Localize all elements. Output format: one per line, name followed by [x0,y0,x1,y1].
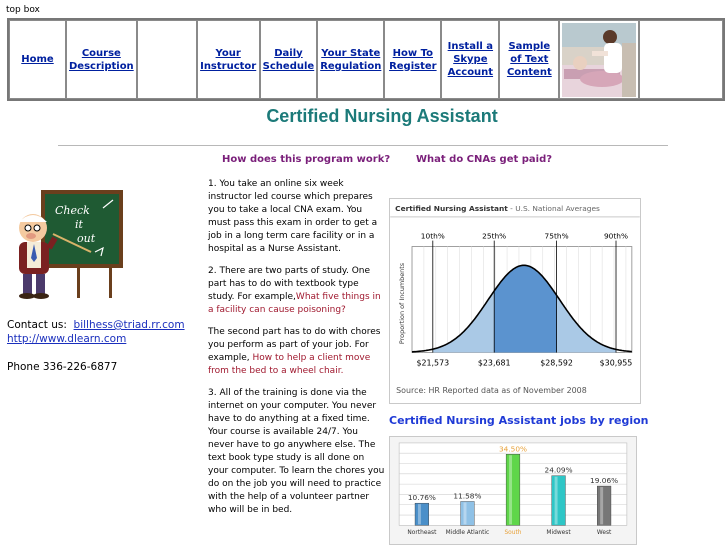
nav-cell-home: Home [9,20,66,99]
topbox-label: top box [6,5,40,15]
nav-cell-skype: Install a Skype Account [441,20,500,99]
nav-cell-schedule: Daily Schedule [259,20,318,99]
region-bar-highlight [600,487,604,525]
nav-how-to-register-link[interactable]: How To Register [389,48,437,72]
region-value-label: 34.50% [499,444,527,453]
salary-percentile-label: 75th% [545,232,569,241]
website-link[interactable]: http://www.dlearn.com [7,333,126,345]
region-value-label: 19.06% [590,476,618,485]
nav-cell-blank-right [639,20,723,99]
program-step-1: 1. You take an online six week instructo… [208,179,378,254]
chalkboard-text-line2: it [75,218,84,231]
salary-value-label: $28,592 [540,358,573,367]
nav-course-description-link[interactable]: Course Description [69,48,134,72]
region-bar [460,501,475,526]
contact-block: Contact us: billhess@triad.rr.com http:/… [7,318,185,346]
nav-sample-text-link[interactable]: Sample of Text Content [507,41,552,78]
nav-cell-regulation: Your State Regulation [317,20,385,99]
region-category-label: Middle Atlantic [446,530,490,536]
region-bar [505,454,521,526]
region-category-label: Midwest [546,530,571,536]
salary-source-note: Source: HR Reported data as of November … [396,386,587,395]
salary-value-label: $23,681 [478,358,511,367]
program-description: 1. You take an online six week instructo… [208,178,386,526]
salary-percentile-label: 10th% [421,232,445,241]
nav-cell-instructor: Your Instructor [196,20,260,99]
salary-y-axis-label: Proportion of Incumbents [398,262,406,344]
top-navigation: Home Course Description Your Instructor … [7,18,725,101]
salary-value-label: $30,955 [600,358,633,367]
region-value-label: 10.76% [408,493,436,502]
salary-value-label: $21,573 [416,358,449,367]
region-bar [551,475,566,526]
region-bar-highlight [463,502,467,525]
nav-home-link[interactable]: Home [21,54,53,65]
region-category-label: South [504,530,521,536]
region-bar-highlight [417,504,421,525]
nav-cell-course: Course Description [66,20,137,99]
contact-email-link[interactable]: billhess@triad.rr.com [74,319,185,331]
salary-plot-area: 10th% $21,573 25th% $23,681 75th% $28,592 90th… [398,232,632,368]
salary-percentile-label: 25th% [482,232,506,241]
nav-cell-sample: Sample of Text Content [499,20,560,99]
nav-state-regulation-link[interactable]: Your State Regulation [320,48,381,72]
teacher-chalkboard-illustration: Check it out [19,190,123,299]
nurse-with-patient-photo [562,22,637,97]
nav-install-skype-link[interactable]: Install a Skype Account [448,41,493,78]
program-step-3: 3. All of the training is done via the i… [208,388,385,515]
region-value-label: 11.58% [453,492,481,501]
divider [58,145,668,146]
program-question-heading: How does this program work? [222,154,391,165]
contact-line: Contact us: billhess@triad.rr.com [7,318,185,332]
salary-chart-title: Certified Nursing Assistant - U.S. Natio… [395,204,600,213]
region-bar-highlight [509,455,513,525]
chalkboard-text-line1: Check [55,204,90,217]
chalkboard-text-line3: out [77,232,96,245]
nav-cell-photo [559,20,640,99]
contact-label: Contact us: [7,319,67,331]
jobs-by-region-title: Certified Nursing Assistant jobs by regi… [389,414,649,427]
region-value-label: 24.09% [545,466,573,475]
pay-question-heading: What do CNAs get paid? [416,154,553,165]
region-plot-area: 10.76% Northeast 11.58% Middle Atlantic 34.5… [398,442,628,536]
page-title: Certified Nursing Assistant [266,106,498,126]
website-line: http://www.dlearn.com [7,332,185,346]
region-category-label: Northeast [407,530,437,536]
salary-distribution-chart: Certified Nursing Assistant - U.S. Natio… [389,198,641,404]
program-chores: The second part has to do with chores yo… [208,326,386,378]
nav-daily-schedule-link[interactable]: Daily Schedule [263,48,315,72]
region-bar [597,485,612,526]
program-step-2: 2. There are two parts of study. One par… [208,265,386,317]
region-category-label: West [597,530,612,536]
nav-cell-empty [136,20,197,99]
jobs-by-region-chart: 10.76% Northeast 11.58% Middle Atlantic 34.5… [389,436,637,545]
salary-percentile-label: 90th% [604,232,628,241]
phone-number: Phone 336-226-6877 [7,361,118,373]
region-bar [414,502,429,526]
nav-cell-register: How To Register [384,20,442,99]
nav-your-instructor-link[interactable]: Your Instructor [200,48,256,72]
region-bar-highlight [554,476,558,525]
